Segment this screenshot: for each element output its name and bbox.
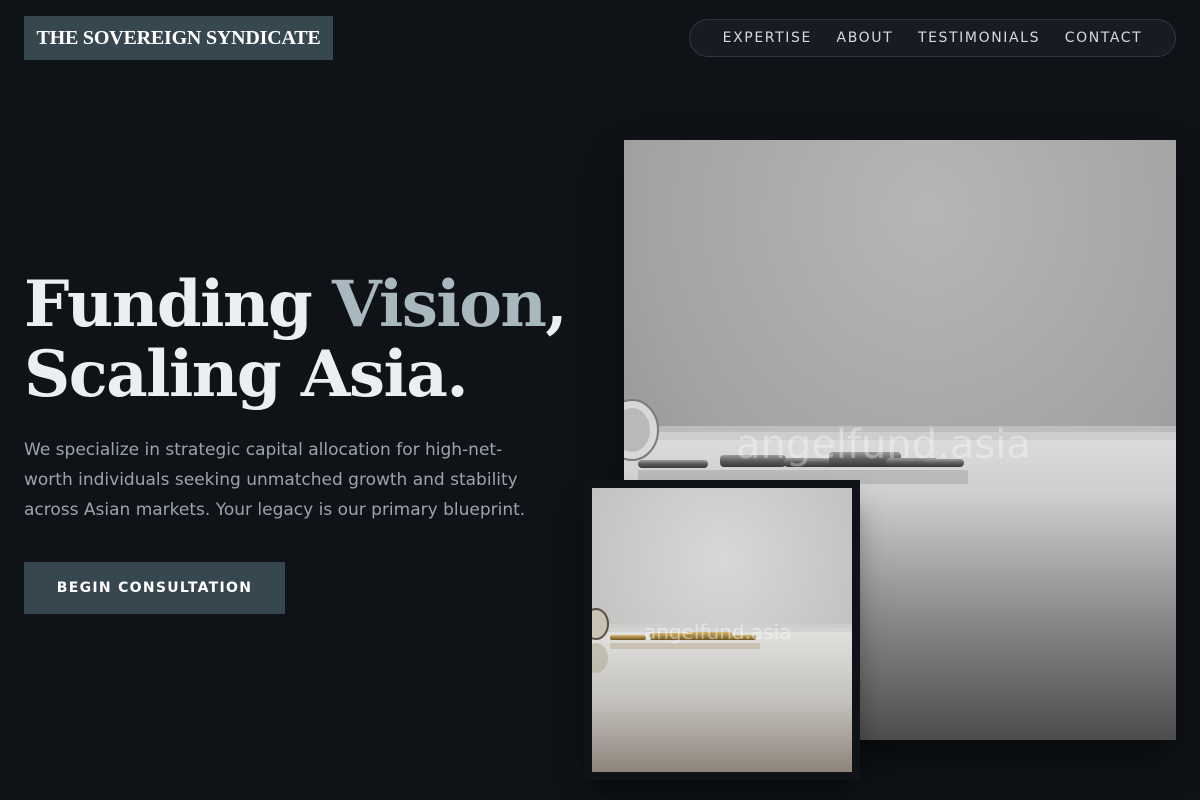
hero-headline: Funding Vision, Scaling Asia. [24, 267, 568, 412]
nav-item-about[interactable]: ABOUT [837, 30, 894, 46]
image-watermark-small: angelfund.asia [644, 620, 791, 644]
nav-item-expertise[interactable]: EXPERTISE [723, 30, 812, 46]
headline-line2: Scaling Asia. [24, 337, 469, 412]
hero-description: We specialize in strategic capital alloc… [24, 440, 526, 520]
nav-item-contact[interactable]: CONTACT [1065, 30, 1143, 46]
nav-item-testimonials[interactable]: TESTIMONIALS [918, 30, 1040, 46]
brand-logo[interactable]: THE SOVEREIGN SYNDICATE [24, 16, 333, 60]
headline-part2: , [545, 267, 567, 342]
image-watermark: angelfund.asia [736, 422, 1031, 468]
main-nav: EXPERTISE ABOUT TESTIMONIALS CONTACT [689, 19, 1176, 57]
headline-part1: Funding [24, 267, 332, 342]
begin-consultation-button[interactable]: BEGIN CONSULTATION [24, 562, 285, 614]
headline-accent: Vision [332, 267, 547, 342]
hero-image-small: angelfund.asia [592, 488, 852, 772]
